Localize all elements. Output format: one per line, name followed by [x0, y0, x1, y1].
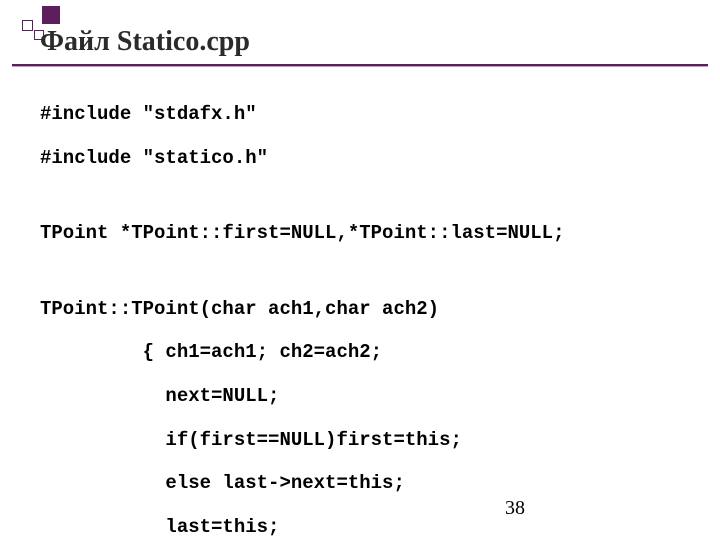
blank-line	[40, 267, 565, 277]
code-line: #include "stdafx.h"	[40, 104, 565, 126]
code-line: next=NULL;	[40, 386, 565, 408]
small-square-icon	[22, 20, 33, 31]
blank-line	[40, 191, 565, 201]
code-block: #include "stdafx.h" #include "statico.h"…	[40, 82, 565, 540]
square-icon	[42, 6, 60, 24]
code-line: #include "statico.h"	[40, 148, 565, 170]
slide: Файл Statico.cpp #include "stdafx.h" #in…	[0, 0, 720, 540]
code-line: TPoint *TPoint::first=NULL,*TPoint::last…	[40, 223, 565, 245]
page-number: 38	[505, 497, 525, 520]
code-line: TPoint::TPoint(char ach1,char ach2)	[40, 299, 565, 321]
code-line: if(first==NULL)first=this;	[40, 430, 565, 452]
code-line: else last->next=this;	[40, 473, 565, 495]
slide-title: Файл Statico.cpp	[40, 26, 250, 58]
code-line: { ch1=ach1; ch2=ach2;	[40, 342, 565, 364]
code-line: last=this;	[40, 517, 565, 539]
title-underline	[12, 64, 708, 67]
